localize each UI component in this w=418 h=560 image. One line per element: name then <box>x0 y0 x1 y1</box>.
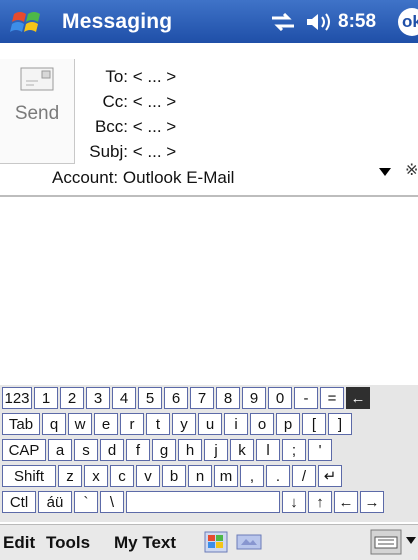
key-equals[interactable]: = <box>320 387 344 409</box>
key-z[interactable]: z <box>58 465 82 487</box>
connectivity-icon[interactable] <box>270 13 296 31</box>
insert-picture-icon[interactable] <box>204 531 228 553</box>
clock[interactable]: 8:58 <box>338 11 376 33</box>
key-arrow-right[interactable]: → <box>360 491 384 513</box>
input-selector-arrow-icon[interactable] <box>406 537 416 545</box>
soft-keyboard: 123 1 2 3 4 5 6 7 8 9 0 - = ← Tab q w e … <box>0 385 418 522</box>
key-x[interactable]: x <box>84 465 108 487</box>
ok-button[interactable]: ok <box>398 8 418 36</box>
key-g[interactable]: g <box>152 439 176 461</box>
key-period[interactable]: . <box>266 465 290 487</box>
scroll-edge-icon: ※ <box>405 162 418 179</box>
cc-label: Cc: <box>102 92 129 111</box>
key-u[interactable]: u <box>198 413 222 435</box>
key-p[interactable]: p <box>276 413 300 435</box>
bcc-field[interactable]: Bcc: < ... > <box>88 117 176 137</box>
key-right-bracket[interactable]: ] <box>328 413 352 435</box>
key-caps[interactable]: CAP <box>2 439 46 461</box>
key-i[interactable]: i <box>224 413 248 435</box>
account-selector[interactable]: Account: Outlook E-Mail <box>52 168 234 188</box>
key-a[interactable]: a <box>48 439 72 461</box>
menu-bar: Edit Tools My Text <box>0 524 418 560</box>
key-arrow-down[interactable]: ↓ <box>282 491 306 513</box>
key-e[interactable]: e <box>94 413 118 435</box>
send-label: Send <box>14 103 60 124</box>
key-accents[interactable]: áü <box>38 491 72 513</box>
key-semicolon[interactable]: ; <box>282 439 306 461</box>
key-t[interactable]: t <box>146 413 170 435</box>
key-f[interactable]: f <box>126 439 150 461</box>
key-9[interactable]: 9 <box>242 387 266 409</box>
bcc-label: Bcc: <box>94 117 128 136</box>
key-r[interactable]: r <box>120 413 144 435</box>
key-slash[interactable]: / <box>292 465 316 487</box>
key-1[interactable]: 1 <box>34 387 58 409</box>
key-j[interactable]: j <box>204 439 228 461</box>
menu-tools[interactable]: Tools <box>46 533 90 553</box>
to-value: < ... > <box>132 67 177 86</box>
title-bar: Messaging 8:58 ok <box>0 0 418 43</box>
key-l[interactable]: l <box>256 439 280 461</box>
key-7[interactable]: 7 <box>190 387 214 409</box>
to-field[interactable]: To: < ... > <box>98 67 176 87</box>
key-h[interactable]: h <box>178 439 202 461</box>
key-3[interactable]: 3 <box>86 387 110 409</box>
key-backslash[interactable]: \ <box>100 491 124 513</box>
key-backspace[interactable]: ← <box>346 387 370 409</box>
key-4[interactable]: 4 <box>112 387 136 409</box>
key-backtick[interactable]: ` <box>74 491 98 513</box>
envelope-icon <box>20 67 54 91</box>
key-123[interactable]: 123 <box>2 387 32 409</box>
key-arrow-left[interactable]: ← <box>334 491 358 513</box>
key-d[interactable]: d <box>100 439 124 461</box>
key-k[interactable]: k <box>230 439 254 461</box>
key-v[interactable]: v <box>136 465 160 487</box>
key-space[interactable] <box>126 491 280 513</box>
message-header: Send To: < ... > Cc: < ... > Bcc: < ... … <box>0 43 418 197</box>
key-o[interactable]: o <box>250 413 274 435</box>
key-w[interactable]: w <box>68 413 92 435</box>
chevron-down-icon[interactable] <box>379 168 391 176</box>
key-m[interactable]: m <box>214 465 238 487</box>
key-ctrl[interactable]: Ctl <box>2 491 36 513</box>
key-q[interactable]: q <box>42 413 66 435</box>
key-comma[interactable]: , <box>240 465 264 487</box>
subject-value: < ... > <box>132 142 177 161</box>
key-5[interactable]: 5 <box>138 387 162 409</box>
cc-value: < ... > <box>132 92 177 111</box>
subject-field[interactable]: Subj: < ... > <box>80 142 176 162</box>
key-2[interactable]: 2 <box>60 387 84 409</box>
to-label: To: <box>105 67 128 86</box>
start-menu-icon[interactable] <box>10 8 44 36</box>
menu-my-text[interactable]: My Text <box>114 533 176 553</box>
key-quote[interactable]: ' <box>308 439 332 461</box>
key-minus[interactable]: - <box>294 387 318 409</box>
key-0[interactable]: 0 <box>268 387 292 409</box>
volume-icon[interactable] <box>305 11 335 33</box>
subject-label: Subj: <box>89 142 128 161</box>
send-button[interactable]: Send <box>0 59 75 164</box>
message-body[interactable] <box>0 197 418 377</box>
key-tab[interactable]: Tab <box>2 413 40 435</box>
keyboard-icon[interactable] <box>370 529 402 555</box>
app-title: Messaging <box>62 10 173 33</box>
key-left-bracket[interactable]: [ <box>302 413 326 435</box>
key-c[interactable]: c <box>110 465 134 487</box>
key-shift[interactable]: Shift <box>2 465 56 487</box>
key-b[interactable]: b <box>162 465 186 487</box>
insert-recording-icon[interactable] <box>236 531 262 553</box>
key-s[interactable]: s <box>74 439 98 461</box>
key-enter[interactable]: ↵ <box>318 465 342 487</box>
cc-field[interactable]: Cc: < ... > <box>96 92 177 112</box>
key-y[interactable]: y <box>172 413 196 435</box>
key-8[interactable]: 8 <box>216 387 240 409</box>
bcc-value: < ... > <box>132 117 177 136</box>
menu-edit[interactable]: Edit <box>3 533 35 553</box>
key-n[interactable]: n <box>188 465 212 487</box>
account-value: Outlook E-Mail <box>122 168 235 187</box>
key-arrow-up[interactable]: ↑ <box>308 491 332 513</box>
key-6[interactable]: 6 <box>164 387 188 409</box>
account-label: Account: <box>52 168 119 187</box>
